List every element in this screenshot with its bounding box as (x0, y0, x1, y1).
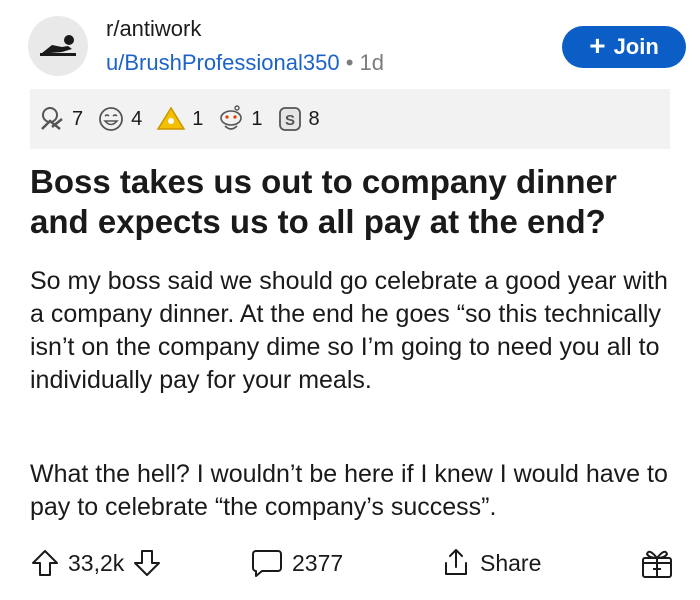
post-body-paragraph: What the hell? I wouldn’t be here if I k… (30, 460, 668, 521)
post-header: r/antiwork u/BrushProfessional350 • 1d +… (14, 10, 686, 80)
vote-controls: 33,2k (30, 540, 162, 586)
hands-award-icon (41, 107, 63, 130)
snoo-award-icon (220, 105, 243, 130)
silver-coin-award-icon: S (278, 107, 301, 131)
award-count: 1 (251, 107, 263, 130)
vote-count: 33,2k (68, 549, 125, 576)
award-count: 4 (131, 107, 143, 130)
award-item[interactable]: S 8 (277, 105, 320, 133)
comment-bubble-icon (252, 550, 282, 577)
award-count: 7 (72, 107, 84, 130)
svg-text:S: S (284, 112, 294, 129)
upvote-arrow-icon[interactable] (30, 548, 60, 578)
join-label: Join (613, 34, 659, 59)
award-item[interactable]: 1 (156, 105, 203, 133)
author-name[interactable]: u/BrushProfessional350 (106, 50, 340, 75)
laughing-face-award-icon (99, 107, 124, 131)
post-age: 1d (359, 50, 385, 75)
author-line: u/BrushProfessional350 • 1d (106, 50, 384, 76)
downvote-arrow-icon[interactable] (132, 548, 162, 578)
gift-award-icon (642, 550, 672, 578)
subreddit-name[interactable]: r/antiwork (106, 16, 201, 42)
award-count: 8 (308, 107, 320, 130)
give-award-button[interactable] (640, 540, 674, 586)
award-item[interactable]: 1 (217, 104, 263, 134)
join-button[interactable]: + Join (562, 26, 686, 68)
share-label: Share (480, 549, 542, 576)
subreddit-avatar[interactable] (28, 16, 88, 76)
award-item[interactable]: 4 (97, 105, 142, 133)
share-upload-icon (445, 549, 467, 575)
comment-count: 2377 (292, 549, 344, 576)
award-count: 1 (192, 107, 204, 130)
post-actions: 33,2k 2377 Share (30, 540, 680, 586)
gold-pyramid-award-icon (156, 106, 186, 130)
comments-button[interactable]: 2377 (250, 540, 343, 586)
share-button[interactable]: Share (440, 540, 541, 586)
post-title[interactable]: Boss takes us out to company dinner and … (30, 162, 675, 242)
plus-icon: + (589, 30, 606, 61)
post-body-paragraph: So my boss said we should go celebrate a… (30, 267, 668, 394)
award-item[interactable]: 7 (38, 105, 83, 133)
antiwork-lounging-figure-icon (40, 35, 76, 56)
separator-dot: • (339, 50, 360, 75)
awards-bar[interactable]: 7 4 1 1 S 8 (30, 89, 670, 149)
